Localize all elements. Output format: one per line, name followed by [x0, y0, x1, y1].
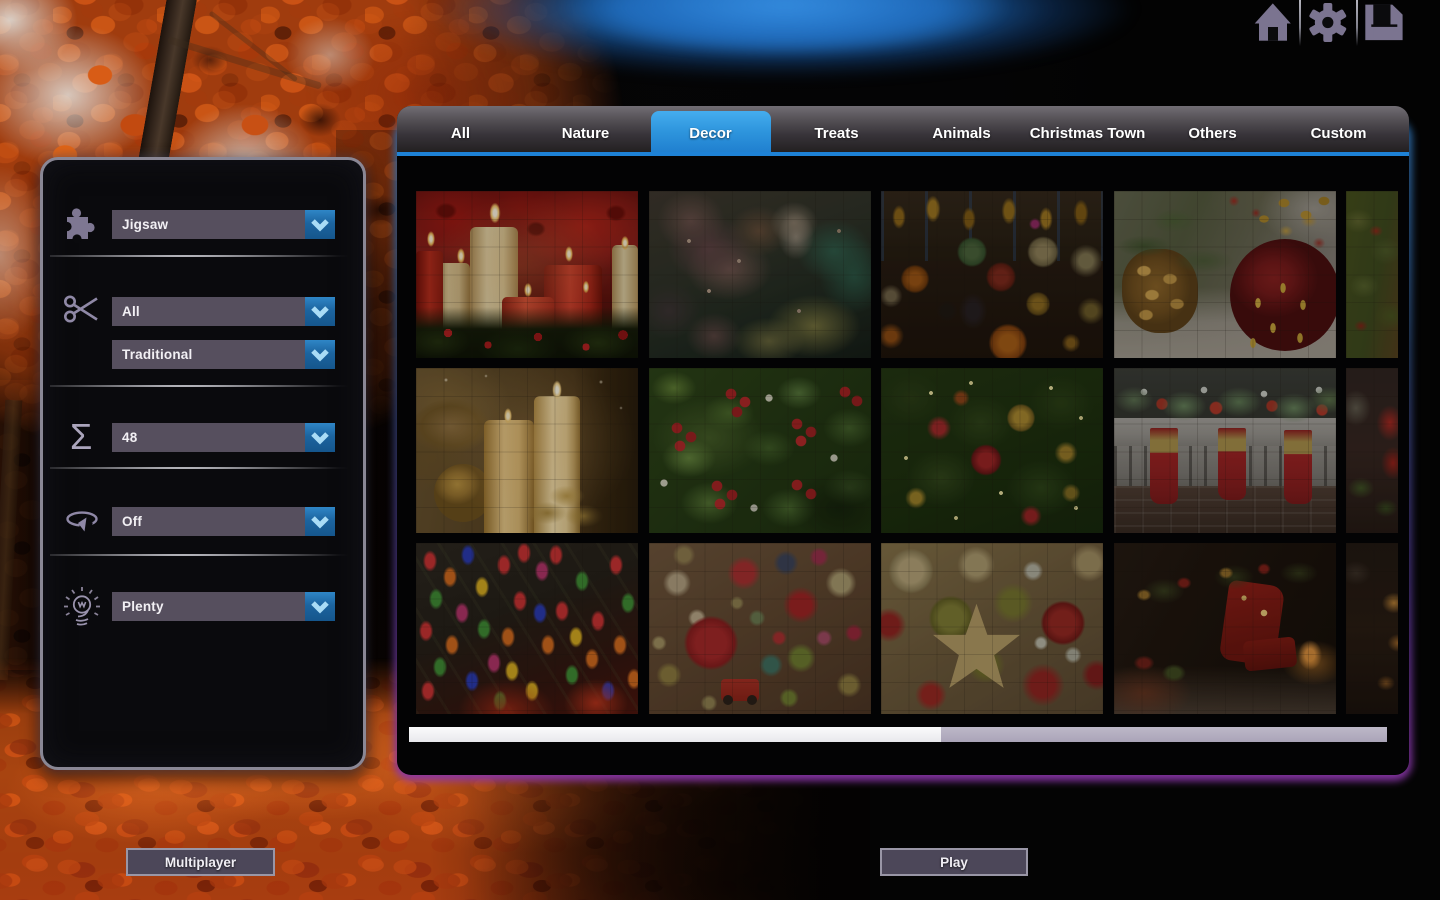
svg-text:Σ: Σ [70, 416, 92, 457]
